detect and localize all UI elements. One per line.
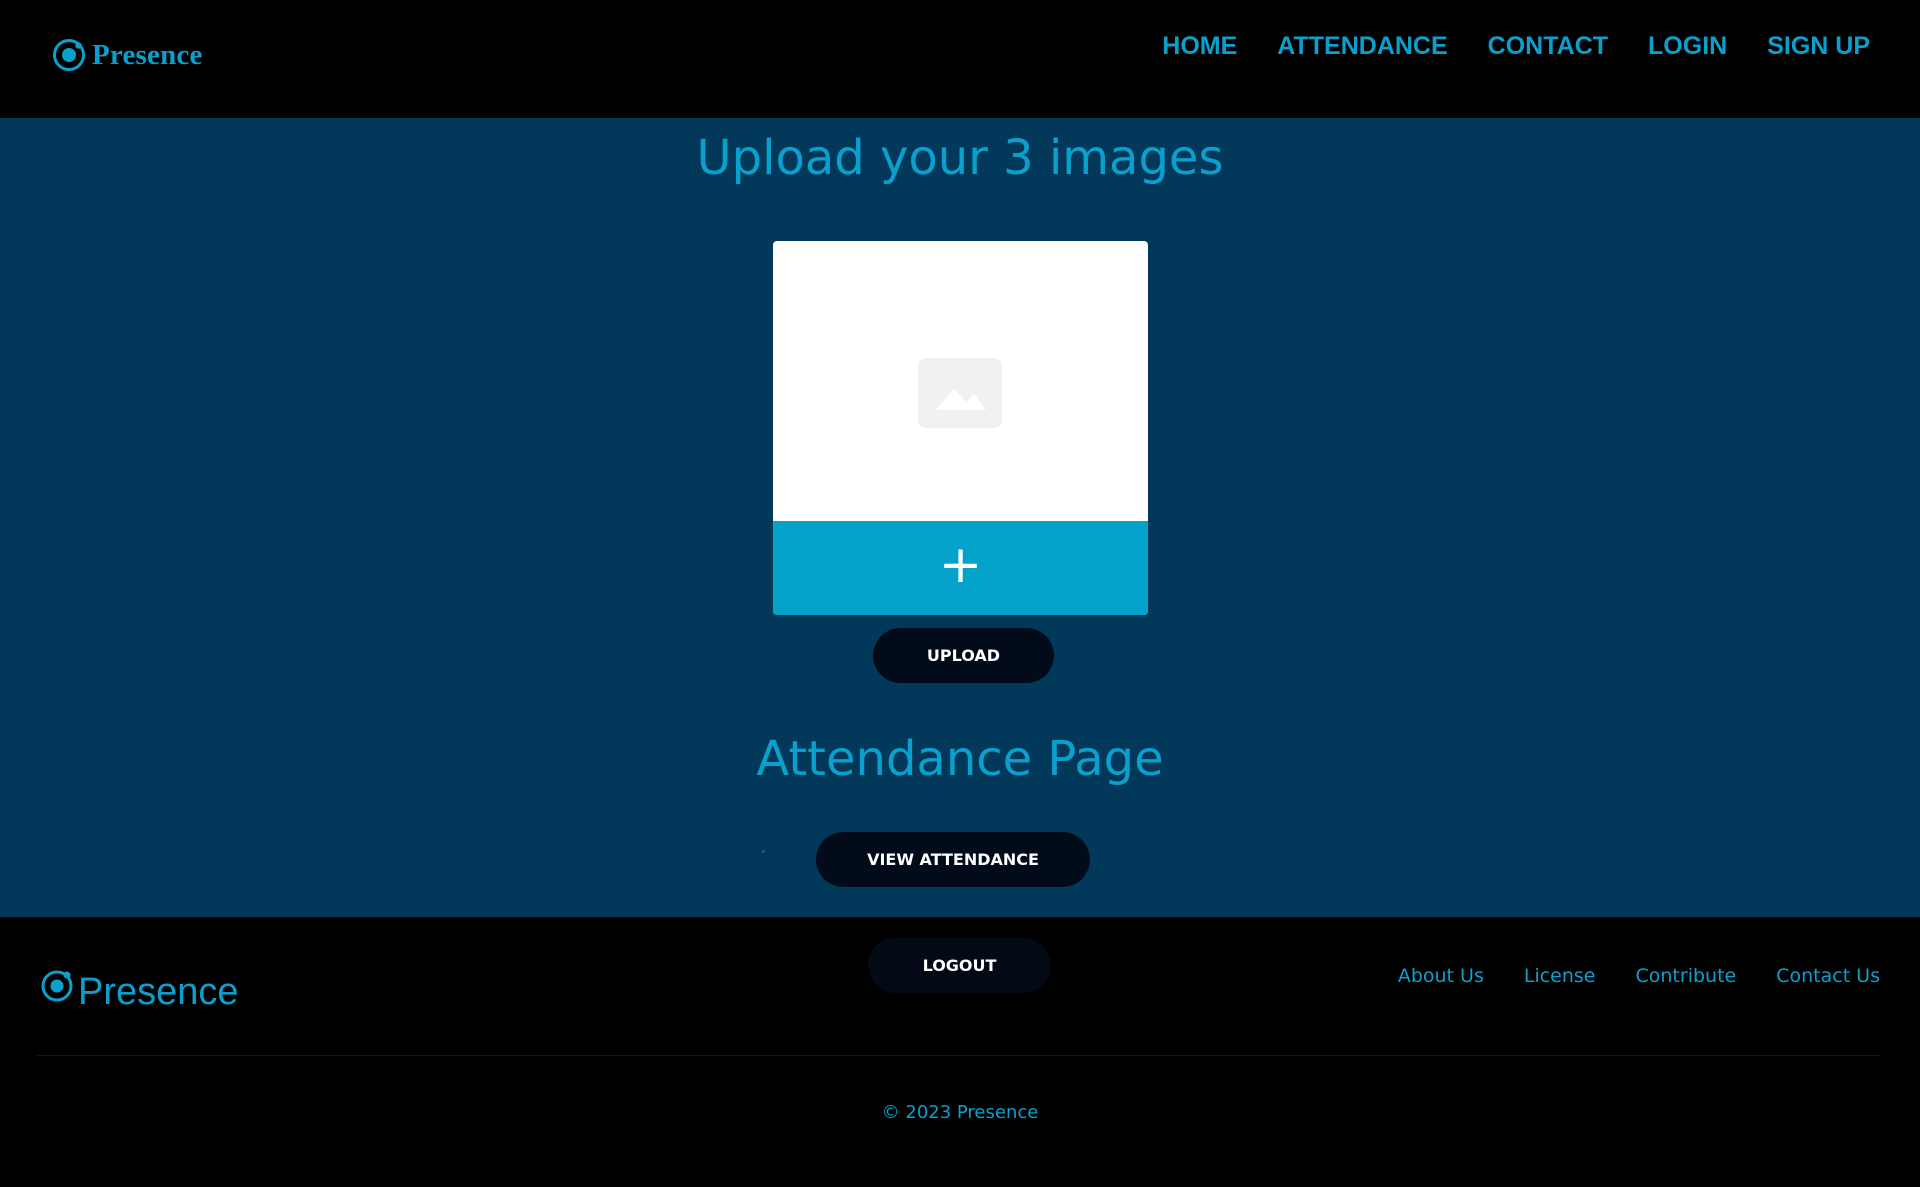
footer-license-link[interactable]: License bbox=[1524, 965, 1596, 987]
footer-links: About Us License Contribute Contact Us bbox=[1398, 965, 1880, 987]
footer-contact-link[interactable]: Contact Us bbox=[1776, 965, 1880, 987]
footer-about-link[interactable]: About Us bbox=[1398, 965, 1484, 987]
decorative-dot bbox=[762, 850, 765, 853]
footer-brand-name: Presence bbox=[78, 971, 239, 1013]
ionic-logo-icon bbox=[52, 38, 86, 72]
image-placeholder-icon bbox=[918, 358, 1002, 428]
nav-login-link[interactable]: LOGIN bbox=[1648, 32, 1727, 61]
upload-title: Upload your 3 images bbox=[696, 130, 1224, 186]
copyright-text: © 2023 Presence bbox=[881, 1102, 1039, 1123]
nav-contact-link[interactable]: CONTACT bbox=[1488, 32, 1608, 61]
image-upload-card[interactable]: + bbox=[773, 241, 1148, 615]
view-attendance-button[interactable]: VIEW ATTENDANCE bbox=[816, 832, 1090, 887]
footer-contribute-link[interactable]: Contribute bbox=[1636, 965, 1737, 987]
main-nav: HOME ATTENDANCE CONTACT LOGIN SIGN UP bbox=[1162, 32, 1870, 61]
attendance-title: Attendance Page bbox=[756, 731, 1164, 787]
footer-brand[interactable]: Presence bbox=[41, 967, 239, 1014]
ionic-logo-icon bbox=[41, 967, 77, 1008]
brand-name: Presence bbox=[92, 38, 203, 71]
add-image-button[interactable]: + bbox=[773, 521, 1148, 615]
plus-icon: + bbox=[938, 535, 983, 595]
site-header: Presence HOME ATTENDANCE CONTACT LOGIN S… bbox=[0, 0, 1920, 118]
nav-home-link[interactable]: HOME bbox=[1162, 32, 1237, 61]
header-brand[interactable]: Presence bbox=[52, 38, 203, 72]
footer-divider bbox=[37, 1055, 1881, 1056]
nav-signup-link[interactable]: SIGN UP bbox=[1767, 32, 1870, 61]
logout-button[interactable]: LOGOUT bbox=[868, 938, 1051, 993]
upload-button[interactable]: UPLOAD bbox=[873, 628, 1054, 683]
nav-attendance-link[interactable]: ATTENDANCE bbox=[1277, 32, 1447, 61]
